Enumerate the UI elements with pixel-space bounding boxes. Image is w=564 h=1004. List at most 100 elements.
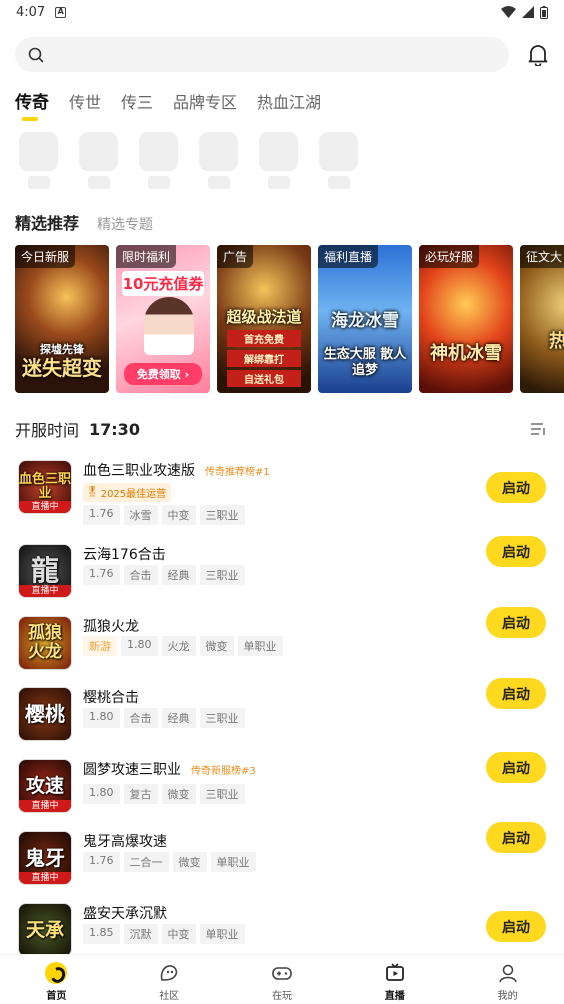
bottom-nav: 首页 社区 在玩 直播 我的 [0, 954, 564, 1004]
tab-chuanshi[interactable]: 传世 [69, 89, 101, 121]
game-tag: 1.80 [83, 784, 120, 804]
game-icon[interactable]: 天承 [18, 903, 72, 957]
search-input[interactable] [15, 37, 509, 72]
game-row[interactable]: 鬼牙 直播中 鬼牙高爆攻速 1.76 二合一 微变 单职业 启动 [0, 822, 564, 889]
nav-profile[interactable]: 我的 [451, 955, 564, 1004]
game-row[interactable]: 龍 直播中 云海176合击 1.76 合击 经典 三职业 启动 [0, 536, 564, 602]
game-row[interactable]: 天承 盛安天承沉默 1.85 沉默 中变 单职业 启动 [0, 895, 564, 961]
banner-card[interactable]: 今日新服 探墟先锋 迷失超变 [15, 245, 109, 393]
game-row[interactable]: 攻速 直播中 圆梦攻速三职业 传奇新服榜#3 1.80 复古 微变 三职业 启动 [0, 751, 564, 817]
banner-art-text: 神机冰雪 [430, 343, 502, 364]
user-icon [496, 961, 520, 985]
game-icon[interactable]: 鬼牙 直播中 [18, 831, 72, 885]
game-tags: 1.76 二合一 微变 单职业 [83, 852, 256, 872]
game-icon[interactable]: 血色三职业 直播中 [18, 460, 72, 514]
game-tags: 1.80 合击 经典 三职业 [83, 708, 245, 728]
banner-art-text: 超级战法道 [226, 308, 302, 326]
placeholder-item [199, 132, 238, 189]
banner-pill: 自送礼包 [227, 370, 301, 387]
start-button[interactable]: 启动 [486, 678, 546, 709]
placeholder-item [259, 132, 298, 189]
nav-playing[interactable]: 在玩 [226, 955, 339, 1004]
community-icon [157, 961, 181, 985]
banner-card[interactable]: 必玩好服 神机冰雪 [419, 245, 513, 393]
game-name: 盛安天承沉默 [83, 906, 167, 922]
game-name: 圆梦攻速三职业 [83, 762, 181, 778]
tab-rexue-jianghu[interactable]: 热血江湖 [257, 89, 321, 121]
notification-a-icon: A [55, 6, 67, 18]
start-button[interactable]: 启动 [486, 536, 546, 567]
start-button[interactable]: 启动 [486, 911, 546, 942]
battery-icon [540, 5, 548, 19]
banner-tag: 广告 [217, 245, 254, 268]
banner-tag: 征文大 [520, 245, 564, 268]
game-tag: 三职业 [199, 784, 245, 804]
tab-chuanqi[interactable]: 传奇 [15, 88, 49, 121]
game-icon[interactable]: 孤狼火龙 [18, 616, 72, 670]
game-row[interactable]: 樱桃 樱桃合击 1.80 合击 经典 三职业 启动 [0, 678, 564, 745]
status-icons [501, 5, 548, 19]
featured-subtitle[interactable]: 精选专题 [97, 214, 153, 234]
game-icon[interactable]: 龍 直播中 [18, 544, 72, 598]
rank-badge: 传奇推荐榜#1 [205, 466, 270, 478]
game-tags: 1.80 复古 微变 三职业 [83, 784, 245, 804]
game-tag: 火龙 [161, 636, 196, 656]
live-badge: 直播中 [19, 501, 71, 513]
banner-cta: 免费领取 › [124, 363, 202, 385]
rank-badge: 传奇新服榜#3 [191, 765, 256, 777]
nav-community[interactable]: 社区 [113, 955, 226, 1004]
game-icon[interactable]: 攻速 直播中 [18, 759, 72, 813]
banner-pill: 解绑靠打 [227, 350, 301, 367]
banner-card[interactable]: 广告 超级战法道 首充免费 解绑靠打 自送礼包 [217, 245, 311, 393]
game-tag: 单职业 [199, 924, 245, 944]
banner-pill: 首充免费 [227, 330, 301, 347]
game-tags: 1.76 冰雪 中变 三职业 [83, 505, 245, 525]
award-badge: 🎖 2025最佳运营 [83, 483, 172, 502]
nav-label: 我的 [497, 991, 518, 1002]
game-tag: 微变 [161, 784, 196, 804]
start-button[interactable]: 启动 [486, 752, 546, 783]
game-tag: 1.76 [83, 852, 120, 872]
live-badge: 直播中 [19, 872, 71, 884]
medal-icon: 🎖 [86, 487, 99, 498]
gamepad-icon [270, 961, 294, 985]
nav-live[interactable]: 直播 [338, 955, 451, 1004]
game-tag: 三职业 [199, 505, 245, 525]
game-tag: 合击 [123, 565, 158, 585]
game-name: 云海176合击 [83, 547, 166, 563]
game-name: 血色三职业攻速版 [83, 463, 195, 479]
game-tag: 经典 [161, 565, 196, 585]
game-name: 孤狼火龙 [83, 619, 139, 635]
list-filter-icon[interactable] [530, 422, 546, 436]
bell-icon[interactable] [527, 43, 549, 67]
server-time-value: 17:30 [89, 419, 140, 439]
game-tag: 三职业 [199, 565, 245, 585]
placeholder-item [139, 132, 178, 189]
banner-tag: 限时福利 [116, 245, 177, 268]
game-tag: 沉默 [123, 924, 158, 944]
live-badge: 直播中 [19, 585, 71, 597]
banner-model-image [144, 297, 194, 355]
nav-home[interactable]: 首页 [0, 955, 113, 1004]
quick-entry-placeholders [19, 132, 358, 189]
start-button[interactable]: 启动 [486, 822, 546, 853]
banner-tag: 今日新服 [15, 245, 76, 268]
tab-brand-zone[interactable]: 品牌专区 [173, 89, 237, 121]
banner-pills: 首充免费 解绑靠打 自送礼包 [227, 330, 301, 387]
banner-card[interactable]: 限时福利 10元充值券 免费领取 › [116, 245, 210, 393]
banner-card[interactable]: 福利直播 海龙冰雪 生态大服 散人追梦 [318, 245, 412, 393]
featured-title[interactable]: 精选推荐 [15, 210, 79, 234]
nav-label: 直播 [384, 991, 405, 1002]
game-icon[interactable]: 樱桃 [18, 687, 72, 741]
banner-price: 10元充值券 [122, 271, 204, 296]
game-row[interactable]: 孤狼火龙 孤狼火龙 新游 1.80 火龙 微变 单职业 启动 [0, 607, 564, 674]
start-button[interactable]: 启动 [486, 472, 546, 503]
tab-chuansan[interactable]: 传三 [121, 89, 153, 121]
start-button[interactable]: 启动 [486, 607, 546, 638]
game-tag: 微变 [199, 636, 234, 656]
game-row[interactable]: 血色三职业 直播中 血色三职业攻速版 传奇推荐榜#1 🎖 2025最佳运营 1.… [0, 452, 564, 525]
game-tag: 复古 [123, 784, 158, 804]
game-tag: 1.80 [121, 636, 158, 656]
game-tags: 1.76 合击 经典 三职业 [83, 565, 245, 585]
banner-card[interactable]: 征文大 热血 [520, 245, 564, 393]
